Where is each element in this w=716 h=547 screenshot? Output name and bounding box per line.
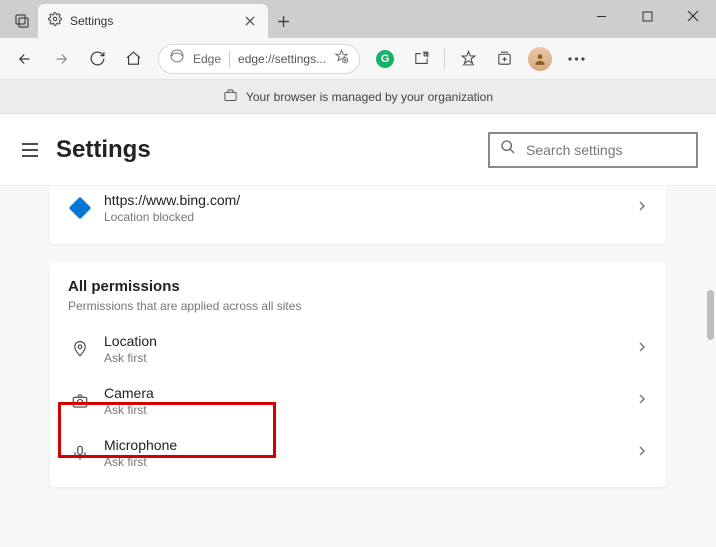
- browser-toolbar: Edge edge://settings... G: [0, 38, 716, 80]
- chevron-right-icon: [636, 444, 648, 462]
- profile-avatar[interactable]: [523, 42, 557, 76]
- recent-site-url: https://www.bing.com/: [104, 192, 636, 208]
- forward-button[interactable]: [44, 42, 78, 76]
- camera-sub: Ask first: [104, 403, 636, 417]
- gear-icon: [48, 12, 62, 31]
- search-settings-box[interactable]: [488, 132, 698, 168]
- tab-strip: Settings: [0, 0, 298, 38]
- location-title: Location: [104, 333, 636, 349]
- all-permissions-card: All permissions Permissions that are app…: [50, 262, 666, 487]
- address-bar[interactable]: Edge edge://settings...: [158, 44, 360, 74]
- infobar-text: Your browser is managed by your organiza…: [246, 90, 493, 104]
- permission-row-location[interactable]: Location Ask first: [50, 323, 666, 375]
- chevron-right-icon: [636, 340, 648, 358]
- microphone-sub: Ask first: [104, 455, 636, 469]
- location-sub: Ask first: [104, 351, 636, 365]
- window-controls: [578, 0, 716, 32]
- microphone-icon: [68, 444, 92, 462]
- address-label: Edge: [193, 52, 221, 66]
- extension-grammarly-icon[interactable]: G: [368, 42, 402, 76]
- camera-icon: [68, 392, 92, 410]
- settings-header: Settings: [0, 114, 716, 186]
- tab-title: Settings: [70, 14, 234, 28]
- collections-icon[interactable]: [487, 42, 521, 76]
- briefcase-icon: [223, 88, 238, 106]
- recent-activity-card: https://www.bing.com/ Location blocked: [50, 186, 666, 244]
- menu-toggle-button[interactable]: [18, 138, 42, 162]
- extensions-icon[interactable]: [404, 42, 438, 76]
- minimize-button[interactable]: [578, 0, 624, 32]
- more-menu-icon[interactable]: [559, 42, 593, 76]
- microphone-title: Microphone: [104, 437, 636, 453]
- search-input[interactable]: [526, 142, 707, 158]
- new-tab-button[interactable]: [268, 6, 298, 36]
- scrollbar-thumb[interactable]: [707, 290, 714, 340]
- favorites-icon[interactable]: [451, 42, 485, 76]
- settings-content: https://www.bing.com/ Location blocked A…: [0, 186, 716, 547]
- all-permissions-title: All permissions: [68, 278, 648, 295]
- all-permissions-subtitle: Permissions that are applied across all …: [68, 299, 648, 313]
- refresh-button[interactable]: [80, 42, 114, 76]
- address-url: edge://settings...: [238, 52, 326, 66]
- search-icon: [500, 139, 516, 160]
- chevron-right-icon: [636, 199, 648, 217]
- page-title: Settings: [56, 136, 151, 164]
- window-titlebar: Settings: [0, 0, 716, 38]
- recent-site-status: Location blocked: [104, 210, 636, 224]
- back-button[interactable]: [8, 42, 42, 76]
- close-tab-icon[interactable]: [242, 13, 258, 29]
- bing-site-icon: [68, 200, 92, 216]
- home-button[interactable]: [116, 42, 150, 76]
- managed-org-infobar: Your browser is managed by your organiza…: [0, 80, 716, 114]
- chevron-right-icon: [636, 392, 648, 410]
- location-icon: [68, 340, 92, 358]
- close-window-button[interactable]: [670, 0, 716, 32]
- camera-title: Camera: [104, 385, 636, 401]
- tab-actions-icon[interactable]: [6, 5, 38, 37]
- address-separator: [229, 51, 230, 67]
- permission-row-microphone[interactable]: Microphone Ask first: [50, 427, 666, 479]
- recent-site-row[interactable]: https://www.bing.com/ Location blocked: [50, 186, 666, 234]
- maximize-button[interactable]: [624, 0, 670, 32]
- edge-logo-icon: [169, 48, 185, 69]
- permission-row-camera[interactable]: Camera Ask first: [50, 375, 666, 427]
- add-favorite-icon[interactable]: [334, 49, 349, 69]
- toolbar-separator: [444, 49, 445, 69]
- browser-tab[interactable]: Settings: [38, 4, 268, 38]
- all-permissions-header: All permissions Permissions that are app…: [50, 262, 666, 323]
